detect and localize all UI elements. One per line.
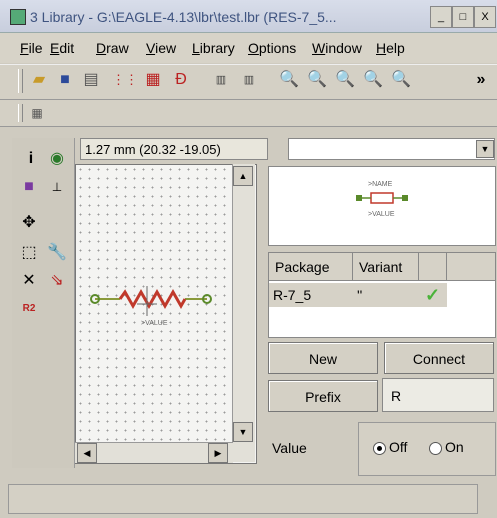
toolbar2-grip[interactable] bbox=[18, 104, 23, 122]
column-header-package[interactable]: Package bbox=[269, 253, 353, 281]
app-icon bbox=[10, 9, 26, 25]
scroll-right-arrow[interactable]: ▶ bbox=[208, 443, 228, 463]
delete-icon[interactable]: ✕ bbox=[18, 270, 40, 292]
minimize-button[interactable]: _ bbox=[430, 6, 452, 28]
preview-pin-left bbox=[356, 195, 362, 201]
preview-value-label: >VALUE bbox=[368, 211, 395, 218]
info-icon[interactable]: i bbox=[20, 148, 42, 170]
column-header-variant[interactable]: Variant bbox=[353, 253, 419, 281]
new-button[interactable]: New bbox=[268, 342, 378, 374]
value-off-radio[interactable] bbox=[373, 442, 386, 455]
script2-icon[interactable]: ▥ bbox=[238, 69, 260, 91]
window-title: 3 Library - G:\EAGLE-4.13\lbr\test.lbr (… bbox=[30, 9, 337, 25]
menu-view-mnemonic: V bbox=[146, 40, 156, 56]
prefix-input[interactable]: R bbox=[382, 378, 494, 412]
open-icon[interactable]: ▰ bbox=[28, 69, 50, 91]
preview-pin-right bbox=[402, 195, 408, 201]
menu-window-mnemonic: W bbox=[312, 40, 326, 56]
maximize-button[interactable]: □ bbox=[452, 6, 474, 28]
check-icon: ✓ bbox=[425, 285, 441, 305]
toolbar-grip[interactable] bbox=[18, 69, 23, 93]
menu-options[interactable]: Options bbox=[248, 40, 296, 56]
mark-icon[interactable]: ⊥ bbox=[46, 176, 68, 198]
connect-button[interactable]: Connect bbox=[384, 342, 494, 374]
move-icon[interactable]: ✥ bbox=[18, 212, 40, 234]
vertical-scrollbar[interactable] bbox=[232, 164, 255, 462]
toolbar-overflow[interactable]: » bbox=[470, 69, 492, 91]
close-button[interactable]: X bbox=[474, 6, 496, 28]
menu-file[interactable]: File bbox=[20, 40, 43, 56]
zoom-select-icon[interactable]: 🔍 bbox=[390, 69, 412, 91]
save-icon[interactable]: ■ bbox=[54, 69, 76, 91]
value-on-label[interactable]: On bbox=[445, 439, 464, 455]
variant-cell: '' bbox=[357, 287, 363, 303]
menu-edit[interactable]: Edit bbox=[50, 40, 74, 56]
column-header-extra[interactable] bbox=[447, 253, 495, 281]
scroll-up-arrow[interactable]: ▲ bbox=[233, 166, 253, 186]
prefix-button[interactable]: Prefix bbox=[268, 380, 378, 412]
menu-view[interactable]: View bbox=[146, 40, 176, 56]
show-icon[interactable]: ◉ bbox=[46, 148, 68, 170]
scroll-left-arrow[interactable]: ◀ bbox=[77, 443, 97, 463]
command-line-input[interactable] bbox=[288, 138, 495, 160]
column-header-status[interactable] bbox=[419, 253, 447, 281]
print-icon[interactable]: ▤ bbox=[80, 69, 102, 91]
menu-window[interactable]: Window bbox=[312, 40, 362, 56]
display-layers-icon[interactable]: ■ bbox=[18, 176, 40, 198]
add-icon[interactable]: ⇘ bbox=[46, 270, 68, 292]
script-icon[interactable]: ▥ bbox=[210, 69, 232, 91]
part-value-label: >VALUE bbox=[141, 320, 168, 327]
package-icon[interactable]: ▦ bbox=[142, 69, 164, 91]
group-icon[interactable]: ⬚ bbox=[18, 242, 40, 264]
value-on-radio[interactable] bbox=[429, 442, 442, 455]
menu-file-mnemonic: F bbox=[20, 40, 29, 56]
value-group: Off On bbox=[358, 422, 496, 476]
menu-library[interactable]: Library bbox=[192, 40, 235, 56]
command-dropdown-arrow[interactable]: ▼ bbox=[476, 140, 494, 158]
package-table: Package Variant R-7_5 '' ✓ bbox=[268, 252, 496, 338]
menu-library-mnemonic: L bbox=[192, 40, 200, 56]
grid-icon[interactable]: ▦ bbox=[26, 102, 48, 124]
menu-help-mnemonic: H bbox=[376, 40, 387, 56]
menu-draw[interactable]: Draw bbox=[96, 40, 129, 56]
preview-symbol: >NAME >VALUE bbox=[356, 181, 408, 218]
menu-draw-mnemonic: D bbox=[96, 40, 107, 56]
preview-resistor-body bbox=[370, 192, 394, 204]
scroll-down-arrow[interactable]: ▼ bbox=[233, 422, 253, 442]
resistor-symbol[interactable]: >VALUE bbox=[75, 164, 233, 442]
status-bar bbox=[8, 484, 478, 514]
zoom-redraw-icon[interactable]: 🔍 bbox=[362, 69, 384, 91]
zoom-fit-icon[interactable]: 🔍 bbox=[278, 69, 300, 91]
symbol-icon[interactable]: Ð bbox=[170, 69, 192, 91]
menu-options-mnemonic: O bbox=[248, 40, 259, 56]
name-icon[interactable]: R2 bbox=[18, 298, 40, 320]
coordinate-display: 1.27 mm (20.32 -19.05) bbox=[80, 138, 268, 160]
value-off-label[interactable]: Off bbox=[389, 439, 407, 455]
preview-name-label: >NAME bbox=[368, 181, 393, 188]
menu-help[interactable]: Help bbox=[376, 40, 405, 56]
zoom-in-icon[interactable]: 🔍 bbox=[306, 69, 328, 91]
value-label: Value bbox=[272, 440, 307, 456]
package-cell: R-7_5 bbox=[273, 287, 312, 303]
change-icon[interactable]: 🔧 bbox=[46, 242, 68, 264]
secondary-toolbar bbox=[0, 100, 497, 127]
menu-edit-mnemonic: E bbox=[50, 40, 60, 56]
zoom-out-icon[interactable]: 🔍 bbox=[334, 69, 356, 91]
pinout-icon[interactable]: ⋮⋮ bbox=[112, 69, 138, 91]
